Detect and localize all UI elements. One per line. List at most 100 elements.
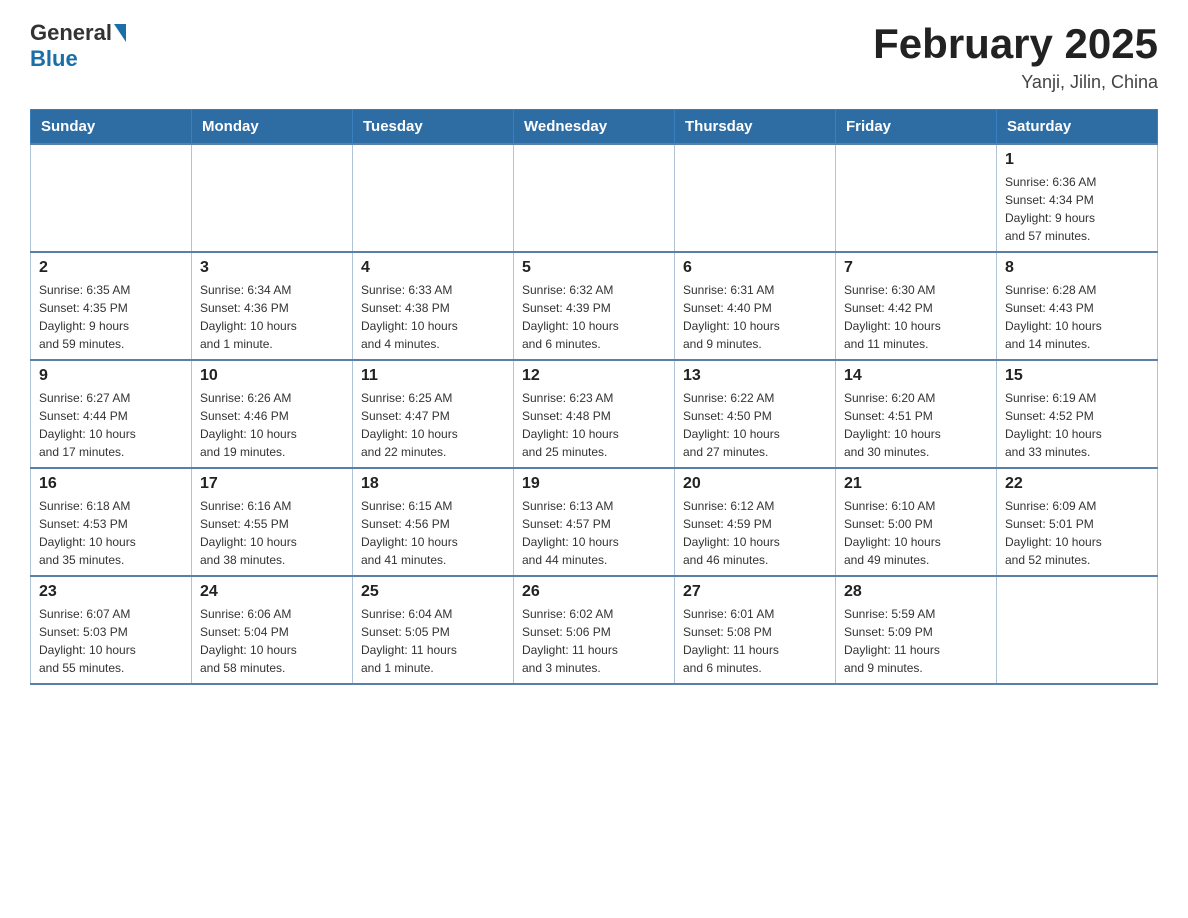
calendar-cell: 13 Sunrise: 6:22 AM Sunset: 4:50 PM Dayli… — [675, 360, 836, 468]
day-number: 9 — [39, 367, 183, 385]
day-info: Sunrise: 6:36 AM Sunset: 4:34 PM Dayligh… — [1005, 173, 1149, 245]
calendar-cell: 19 Sunrise: 6:13 AM Sunset: 4:57 PM Dayli… — [514, 468, 675, 576]
day-number: 19 — [522, 475, 666, 493]
calendar-week-row: 2 Sunrise: 6:35 AM Sunset: 4:35 PM Daylig… — [31, 252, 1158, 360]
day-info: Sunrise: 6:20 AM Sunset: 4:51 PM Dayligh… — [844, 389, 988, 461]
day-number: 21 — [844, 475, 988, 493]
day-info: Sunrise: 6:18 AM Sunset: 4:53 PM Dayligh… — [39, 497, 183, 569]
calendar-cell: 18 Sunrise: 6:15 AM Sunset: 4:56 PM Dayli… — [353, 468, 514, 576]
day-number: 8 — [1005, 259, 1149, 277]
calendar-cell: 26 Sunrise: 6:02 AM Sunset: 5:06 PM Dayli… — [514, 576, 675, 684]
calendar-header-saturday: Saturday — [997, 110, 1158, 145]
calendar-header-monday: Monday — [192, 110, 353, 145]
calendar-cell: 1 Sunrise: 6:36 AM Sunset: 4:34 PM Daylig… — [997, 144, 1158, 252]
calendar-week-row: 16 Sunrise: 6:18 AM Sunset: 4:53 PM Dayli… — [31, 468, 1158, 576]
calendar-cell — [675, 144, 836, 252]
day-info: Sunrise: 6:10 AM Sunset: 5:00 PM Dayligh… — [844, 497, 988, 569]
logo-general-text: General — [30, 20, 112, 46]
calendar-week-row: 23Sunrise: 6:07 AM Sunset: 5:03 PM Dayli… — [31, 576, 1158, 684]
day-number: 28 — [844, 583, 988, 601]
day-number: 22 — [1005, 475, 1149, 493]
calendar-cell — [514, 144, 675, 252]
day-number: 15 — [1005, 367, 1149, 385]
calendar-cell: 11 Sunrise: 6:25 AM Sunset: 4:47 PM Dayli… — [353, 360, 514, 468]
calendar-cell: 3 Sunrise: 6:34 AM Sunset: 4:36 PM Daylig… — [192, 252, 353, 360]
calendar-header-thursday: Thursday — [675, 110, 836, 145]
day-number: 6 — [683, 259, 827, 277]
day-info: Sunrise: 6:27 AM Sunset: 4:44 PM Dayligh… — [39, 389, 183, 461]
day-number: 1 — [1005, 151, 1149, 169]
day-info: Sunrise: 6:25 AM Sunset: 4:47 PM Dayligh… — [361, 389, 505, 461]
day-info: Sunrise: 6:06 AM Sunset: 5:04 PM Dayligh… — [200, 605, 344, 677]
calendar-cell: 23Sunrise: 6:07 AM Sunset: 5:03 PM Dayli… — [31, 576, 192, 684]
day-number: 11 — [361, 367, 505, 385]
calendar-cell — [997, 576, 1158, 684]
day-info: Sunrise: 6:23 AM Sunset: 4:48 PM Dayligh… — [522, 389, 666, 461]
calendar-cell: 28Sunrise: 5:59 AM Sunset: 5:09 PM Dayli… — [836, 576, 997, 684]
day-number: 12 — [522, 367, 666, 385]
day-number: 2 — [39, 259, 183, 277]
day-number: 26 — [522, 583, 666, 601]
calendar-table: SundayMondayTuesdayWednesdayThursdayFrid… — [30, 109, 1158, 685]
calendar-cell: 4 Sunrise: 6:33 AM Sunset: 4:38 PM Daylig… — [353, 252, 514, 360]
calendar-cell: 12 Sunrise: 6:23 AM Sunset: 4:48 PM Dayli… — [514, 360, 675, 468]
day-info: Sunrise: 6:13 AM Sunset: 4:57 PM Dayligh… — [522, 497, 666, 569]
calendar-cell — [836, 144, 997, 252]
day-info: Sunrise: 6:26 AM Sunset: 4:46 PM Dayligh… — [200, 389, 344, 461]
day-number: 10 — [200, 367, 344, 385]
calendar-cell: 22 Sunrise: 6:09 AM Sunset: 5:01 PM Dayli… — [997, 468, 1158, 576]
day-number: 14 — [844, 367, 988, 385]
calendar-cell: 24 Sunrise: 6:06 AM Sunset: 5:04 PM Dayli… — [192, 576, 353, 684]
calendar-cell: 8 Sunrise: 6:28 AM Sunset: 4:43 PM Daylig… — [997, 252, 1158, 360]
day-number: 27 — [683, 583, 827, 601]
day-number: 17 — [200, 475, 344, 493]
day-info: Sunrise: 6:30 AM Sunset: 4:42 PM Dayligh… — [844, 281, 988, 353]
day-info: Sunrise: 6:09 AM Sunset: 5:01 PM Dayligh… — [1005, 497, 1149, 569]
day-info: Sunrise: 6:19 AM Sunset: 4:52 PM Dayligh… — [1005, 389, 1149, 461]
location-subtitle: Yanji, Jilin, China — [873, 72, 1158, 93]
day-info: Sunrise: 6:07 AM Sunset: 5:03 PM Dayligh… — [39, 605, 183, 677]
day-info: Sunrise: 6:02 AM Sunset: 5:06 PM Dayligh… — [522, 605, 666, 677]
calendar-cell — [31, 144, 192, 252]
day-info: Sunrise: 6:31 AM Sunset: 4:40 PM Dayligh… — [683, 281, 827, 353]
day-info: Sunrise: 6:32 AM Sunset: 4:39 PM Dayligh… — [522, 281, 666, 353]
day-number: 7 — [844, 259, 988, 277]
day-number: 18 — [361, 475, 505, 493]
calendar-cell: 10 Sunrise: 6:26 AM Sunset: 4:46 PM Dayli… — [192, 360, 353, 468]
calendar-cell: 6 Sunrise: 6:31 AM Sunset: 4:40 PM Daylig… — [675, 252, 836, 360]
day-info: Sunrise: 6:33 AM Sunset: 4:38 PM Dayligh… — [361, 281, 505, 353]
day-info: Sunrise: 6:28 AM Sunset: 4:43 PM Dayligh… — [1005, 281, 1149, 353]
page-header: General Blue February 2025 Yanji, Jilin,… — [30, 20, 1158, 93]
day-info: Sunrise: 6:01 AM Sunset: 5:08 PM Dayligh… — [683, 605, 827, 677]
day-info: Sunrise: 6:22 AM Sunset: 4:50 PM Dayligh… — [683, 389, 827, 461]
calendar-cell: 21 Sunrise: 6:10 AM Sunset: 5:00 PM Dayli… — [836, 468, 997, 576]
day-number: 25 — [361, 583, 505, 601]
calendar-cell: 5 Sunrise: 6:32 AM Sunset: 4:39 PM Daylig… — [514, 252, 675, 360]
day-info: Sunrise: 6:34 AM Sunset: 4:36 PM Dayligh… — [200, 281, 344, 353]
logo-triangle-icon — [114, 24, 126, 42]
day-number: 16 — [39, 475, 183, 493]
day-number: 24 — [200, 583, 344, 601]
day-number: 5 — [522, 259, 666, 277]
calendar-header-wednesday: Wednesday — [514, 110, 675, 145]
calendar-cell: 16 Sunrise: 6:18 AM Sunset: 4:53 PM Dayli… — [31, 468, 192, 576]
calendar-cell: 9 Sunrise: 6:27 AM Sunset: 4:44 PM Daylig… — [31, 360, 192, 468]
calendar-cell — [353, 144, 514, 252]
calendar-header-row: SundayMondayTuesdayWednesdayThursdayFrid… — [31, 110, 1158, 145]
day-number: 13 — [683, 367, 827, 385]
calendar-cell — [192, 144, 353, 252]
calendar-cell: 25Sunrise: 6:04 AM Sunset: 5:05 PM Dayli… — [353, 576, 514, 684]
day-info: Sunrise: 6:35 AM Sunset: 4:35 PM Dayligh… — [39, 281, 183, 353]
calendar-cell: 14 Sunrise: 6:20 AM Sunset: 4:51 PM Dayli… — [836, 360, 997, 468]
day-number: 20 — [683, 475, 827, 493]
day-number: 3 — [200, 259, 344, 277]
calendar-header-tuesday: Tuesday — [353, 110, 514, 145]
logo-blue-text: Blue — [30, 46, 78, 72]
calendar-cell: 2 Sunrise: 6:35 AM Sunset: 4:35 PM Daylig… — [31, 252, 192, 360]
day-number: 4 — [361, 259, 505, 277]
logo: General Blue — [30, 20, 128, 72]
day-info: Sunrise: 6:15 AM Sunset: 4:56 PM Dayligh… — [361, 497, 505, 569]
calendar-header-sunday: Sunday — [31, 110, 192, 145]
title-block: February 2025 Yanji, Jilin, China — [873, 20, 1158, 93]
calendar-header-friday: Friday — [836, 110, 997, 145]
